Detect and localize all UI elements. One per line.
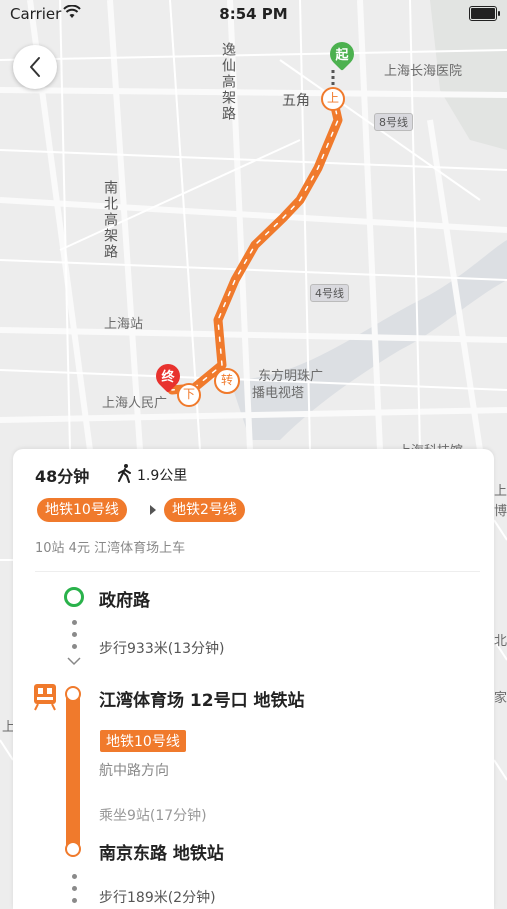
map-badge-line8: 8号线 — [374, 113, 413, 131]
map-label-yixian-road: 逸仙高架路 — [220, 42, 236, 122]
map-label-peoples-square: 上海人民广 — [102, 396, 168, 411]
map-label-edge-right-2: 博 — [494, 504, 507, 519]
step-alight-station: 南京东路 地铁站 — [99, 844, 224, 864]
map-badge-line4: 4号线 — [310, 284, 349, 302]
alight-circle-icon — [65, 841, 81, 857]
step-board-station: 江湾体育场 12号口 地铁站 — [99, 691, 305, 711]
map-label-shanghai-station: 上海站 — [104, 317, 144, 332]
walk-distance: 1.9公里 — [137, 468, 188, 484]
step-ride: 乘坐9站(17分钟) — [99, 808, 207, 824]
battery-icon — [469, 6, 500, 21]
start-circle-icon — [64, 587, 84, 607]
map-label-edge-right-1: 上汽 — [494, 484, 507, 499]
step-direction: 航中路方向 — [99, 763, 169, 779]
route-duration: 48分钟 — [35, 467, 90, 486]
line-pill-10: 地铁10号线 — [37, 498, 127, 522]
step-line-tag: 地铁10号线 — [100, 730, 186, 752]
line-pill-2: 地铁2号线 — [164, 498, 245, 522]
divider — [35, 571, 480, 572]
map-label-edge-right-4: 家 — [494, 691, 507, 706]
start-marker-label: 起 — [335, 48, 349, 63]
arrow-right-icon — [150, 505, 156, 515]
walk-step-1: 步行933米(13分钟) — [99, 641, 225, 657]
walk-icon — [118, 464, 131, 483]
route-subinfo: 10站 4元 江湾体育场上车 — [35, 541, 186, 556]
board-circle-icon — [65, 686, 81, 702]
chevron-left-icon — [30, 57, 40, 77]
subway-icon — [34, 684, 56, 711]
route-detail-panel[interactable]: 48分钟 1.9公里 地铁10号线 地铁2号线 10站 4元 江湾体育场上车 政… — [13, 449, 494, 909]
route-bar — [66, 687, 80, 855]
walk-step-2: 步行189米(2分钟) — [99, 890, 216, 906]
step-origin: 政府路 — [99, 591, 150, 611]
map-label-nanbei-road: 南北高架路 — [102, 180, 118, 260]
chevron-down-icon[interactable] — [66, 656, 82, 666]
status-bar: Carrier 8:54 PM — [0, 0, 507, 30]
map-label-pearl-tower-2: 播电视塔 — [252, 386, 305, 401]
map-label-edge-right-3: 北 — [494, 634, 507, 649]
back-button[interactable] — [13, 45, 57, 89]
end-marker-label: 终 — [161, 370, 175, 385]
transfer-marker-label: 转 — [220, 373, 233, 387]
map-label-hospital: 上海长海医院 — [384, 64, 463, 79]
status-time: 8:54 PM — [219, 5, 288, 23]
map-label-wujiao: 五角 — [282, 93, 310, 109]
alight-marker-label: 下 — [182, 387, 195, 401]
board-marker-label: 上 — [326, 91, 339, 105]
